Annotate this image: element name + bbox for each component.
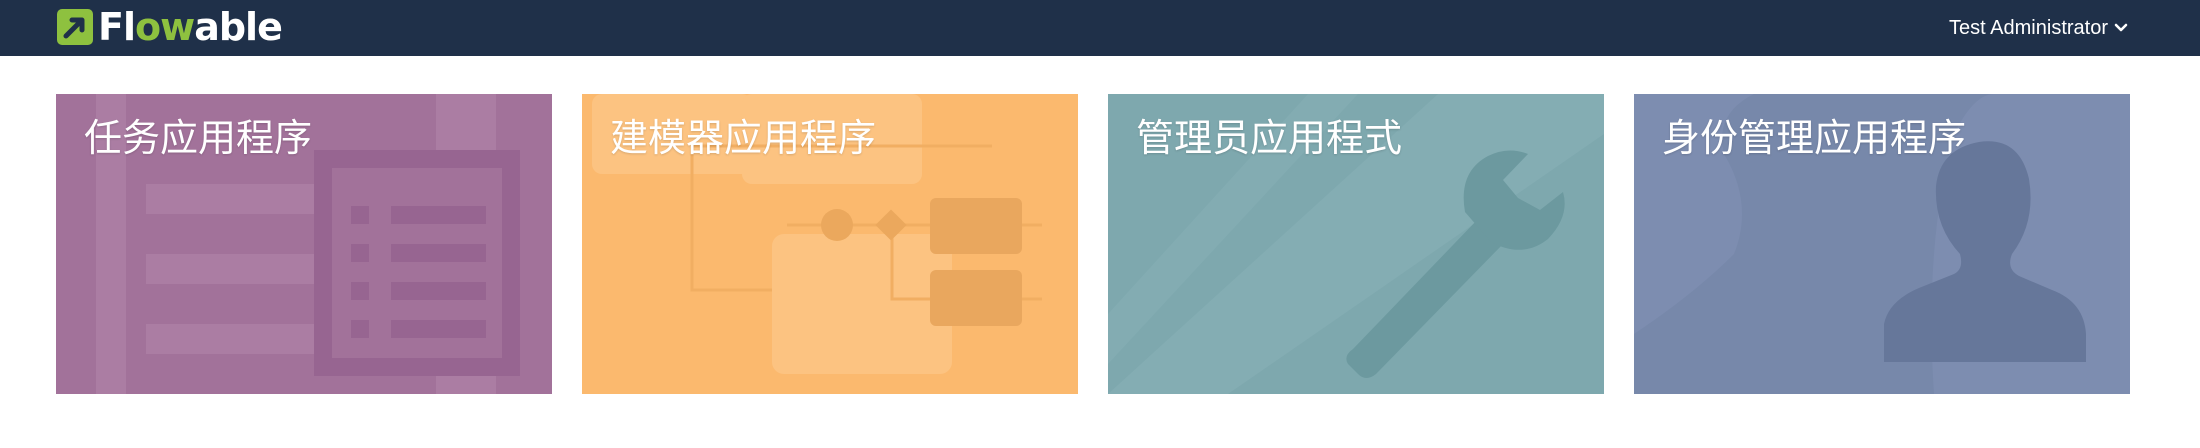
top-navbar: Flowable Test Administrator: [0, 0, 2200, 56]
logo-text-part: able: [194, 5, 283, 49]
chevron-down-icon: [2114, 23, 2128, 32]
admin-app-title: 管理员应用程式: [1136, 118, 1403, 160]
flowable-logo-icon: [57, 9, 93, 45]
modeler-app-tile[interactable]: 建模器应用程序: [582, 94, 1078, 394]
user-menu-dropdown[interactable]: Test Administrator: [1949, 14, 2128, 42]
user-name-label: Test Administrator: [1949, 16, 2108, 39]
app-tiles: 任务应用程序 建模器应用程序 管理员应用程式 身份管理应用程序: [56, 94, 2130, 394]
task-app-title: 任务应用程序: [84, 118, 313, 160]
logo-wordmark: Flowable: [98, 5, 283, 49]
logo-text-accent: ow: [134, 5, 195, 49]
flowable-logo[interactable]: Flowable: [56, 5, 283, 49]
admin-app-tile[interactable]: 管理员应用程式: [1108, 94, 1604, 394]
idm-app-title: 身份管理应用程序: [1662, 118, 1967, 160]
logo-text-part: Fl: [98, 5, 136, 49]
task-app-tile[interactable]: 任务应用程序: [56, 94, 552, 394]
idm-app-tile[interactable]: 身份管理应用程序: [1634, 94, 2130, 394]
modeler-app-title: 建模器应用程序: [610, 118, 877, 160]
